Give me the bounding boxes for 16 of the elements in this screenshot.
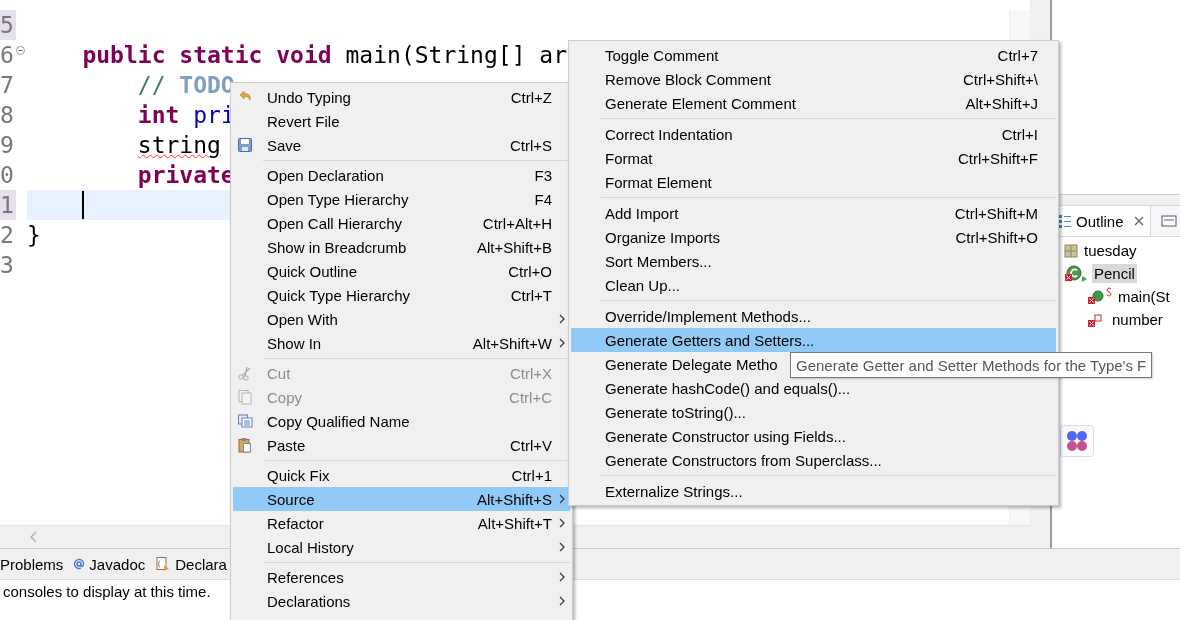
code-line: string: [136, 131, 221, 160]
line-number: 2: [0, 221, 15, 250]
line-number: 5: [0, 10, 16, 40]
line-number: 3: [0, 251, 15, 280]
line-number: 6: [0, 40, 16, 70]
line-number: 0: [0, 161, 15, 190]
line-number: 8: [0, 101, 15, 130]
line-number: 7: [0, 71, 15, 100]
tooltip: Generate Getter and Setter Methods for the Type's F: [790, 352, 1153, 378]
code-line: public static void main(String[] ar: [81, 41, 568, 70]
console-message: consoles to display at this time.: [2, 582, 212, 602]
code-line: private: [136, 161, 235, 190]
line-number: 9: [0, 131, 15, 160]
code-line: }: [27, 221, 41, 250]
code-line: int pri: [136, 101, 235, 130]
line-number: 1: [0, 190, 16, 220]
